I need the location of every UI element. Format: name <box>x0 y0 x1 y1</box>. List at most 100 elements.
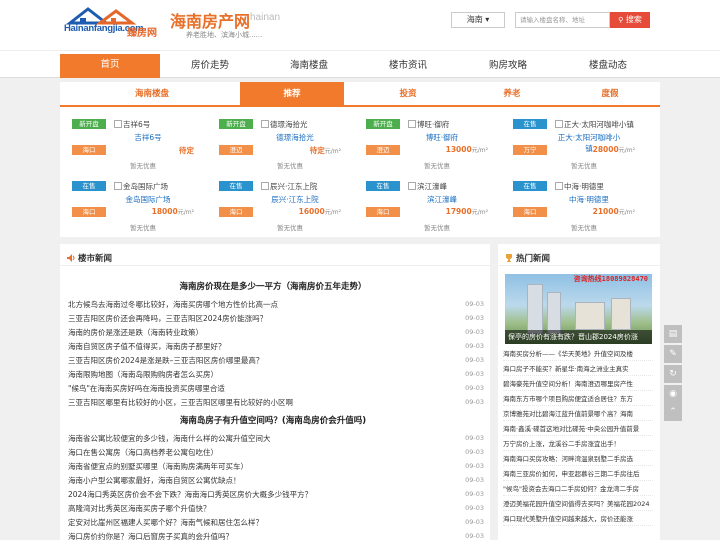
refresh-icon[interactable]: ↻ <box>664 365 682 383</box>
news-item-title[interactable]: 海南的房价是涨还是跌（海南转业政策） <box>68 326 438 339</box>
news-item-title[interactable]: 三亚吉阳区房价还会再降吗，三亚吉阳区2024房价能涨吗？ <box>68 312 438 325</box>
search-input[interactable]: 请输入楼盘名称、地址 <box>515 12 610 28</box>
hot-news-image[interactable]: 咨询热线18089828470 保亭的房价有涨有跌？晋山郡2024房价涨 <box>505 274 652 344</box>
property-image[interactable]: 正大·太阳河咖啡小镇 <box>555 119 634 130</box>
tab-recommended[interactable]: 推荐 <box>240 82 344 105</box>
news-item[interactable]: 海南省便宜点的别墅买哪里（海南购房满两年可买车） 09-03 <box>68 460 484 473</box>
property-name[interactable]: 吉祥6号 <box>114 132 182 143</box>
news-item[interactable]: 海口房价约你是？海口后窗房子买真的会升值吗？ 09-03 <box>68 530 484 540</box>
news-item[interactable]: 海南小户型公寓哪家最好，海南自贸区公寓优缺点！ 09-03 <box>68 474 484 487</box>
news-item[interactable]: 海南限购地图（海南岛限购购房者怎么买房） 09-03 <box>68 368 484 381</box>
news-item[interactable]: "候鸟"在海南买房好吗在海南投资买房哪里合适 09-03 <box>68 382 484 395</box>
news-item-title[interactable]: 海南限购地图（海南岛限购购房者怎么买房） <box>68 368 438 381</box>
edit-icon[interactable]: ✎ <box>664 345 682 363</box>
news-item[interactable]: 三亚吉阳区房价还会再降吗，三亚吉阳区2024房价能涨吗？ 09-03 <box>68 312 484 325</box>
property-status-badge: 在售 <box>513 181 547 191</box>
news-item-title[interactable]: 海南省便宜点的别墅买哪里（海南购房满两年可买车） <box>68 460 438 473</box>
property-price-value: 28000 <box>592 145 619 154</box>
site-logo[interactable]: Hainanfangjia.com 臻房网 <box>64 6 166 40</box>
news-item-title[interactable]: 海南小户型公寓哪家最好，海南自贸区公寓优缺点！ <box>68 474 438 487</box>
property-image[interactable]: 博旺·御府 <box>408 119 449 130</box>
news-group2-title[interactable]: 海南岛房子有升值空间吗？(海南岛房价会升值吗) <box>68 414 478 426</box>
property-image[interactable]: 德璟海拾光 <box>261 119 308 130</box>
news-item[interactable]: 定安对比崖州区福建人买哪个好？海南气候和居住怎么样？ 09-03 <box>68 516 484 529</box>
property-image[interactable]: 中海·明德里 <box>555 181 604 192</box>
property-card[interactable]: 新开盘 吉祥6号 吉祥6号 海口 待定 暂无优惠 <box>64 116 202 172</box>
news-item[interactable]: 海南省公寓比较便宜的多少钱，海南什么样的公寓升值空间大 09-03 <box>68 432 484 445</box>
property-offer: 暂无优惠 <box>130 224 156 232</box>
nav-project-updates[interactable]: 楼盘动态 <box>558 51 658 78</box>
property-region: 澄迈 <box>366 145 400 155</box>
back-to-top-icon[interactable]: ⌃ <box>664 403 682 421</box>
property-name[interactable]: 金岛国际广场 <box>114 194 182 205</box>
hot-news-item[interactable]: 海南三亚房价如何，申亚超慕谷三期二手房往后 <box>503 468 653 481</box>
news-item-title[interactable]: 海口房价约你是？海口后窗房子买真的会升值吗？ <box>68 530 438 540</box>
chart-icon[interactable]: ▤ <box>664 325 682 343</box>
news-item-title[interactable]: "候鸟"在海南买房好吗在海南投资买房哪里合适 <box>68 382 438 395</box>
property-name[interactable]: 滨江濠峰 <box>408 194 476 205</box>
property-card[interactable]: 在售 滨江濠峰 滨江濠峰 海口 17900元/m² 暂无优惠 <box>358 178 496 234</box>
news-item-date: 09-03 <box>465 448 484 456</box>
hot-news-item[interactable]: "候鸟"投资会去海口二手房如何？金龙湾二手房 <box>503 483 653 496</box>
property-card[interactable]: 在售 正大·太阳河咖啡小镇 正大·太阳河咖啡小镇 万宁 28000元/m² 暂无优惠 <box>505 116 643 172</box>
property-name[interactable]: 中海·明德里 <box>555 194 623 205</box>
property-image[interactable]: 辰兴·江东上院 <box>261 181 317 192</box>
news-item[interactable]: 海南的房价是涨还是跌（海南转业政策） 09-03 <box>68 326 484 339</box>
news-item[interactable]: 高隆湾对比秀英区海南买房子哪个升值快？ 09-03 <box>68 502 484 515</box>
property-card[interactable]: 在售 辰兴·江东上院 辰兴·江东上院 海口 16000元/m² 暂无优惠 <box>211 178 349 234</box>
news-item-title[interactable]: 海南省公寓比较便宜的多少钱，海南什么样的公寓升值空间大 <box>68 432 438 445</box>
nav-hainan-projects[interactable]: 海南楼盘 <box>259 51 359 78</box>
tab-investment[interactable]: 投资 <box>356 82 460 105</box>
hot-news-item[interactable]: 海南海口买房攻略：河畔湾温泉别墅二手房选 <box>503 453 653 466</box>
news-item-title[interactable]: 海口在售公寓房（海口高档养老公寓包吃住） <box>68 446 438 459</box>
property-card[interactable]: 在售 金岛国际广场 金岛国际广场 海口 18000元/m² 暂无优惠 <box>64 178 202 234</box>
property-card[interactable]: 新开盘 博旺·御府 博旺·御府 澄迈 13000元/m² 暂无优惠 <box>358 116 496 172</box>
news-item-title[interactable]: 北方候鸟去海南过冬哪比较好，海南买房哪个地方性价比高一点 <box>68 298 438 311</box>
news-item[interactable]: 2024海口秀英区房价会不会下跌？海南海口秀英区房价大概多少钱平方？ 09-03 <box>68 488 484 501</box>
news-group1-title[interactable]: 海南房价现在是多少一平方（海南房价五年走势） <box>68 280 478 292</box>
news-item[interactable]: 海口在售公寓房（海口高档养老公寓包吃住） 09-03 <box>68 446 484 459</box>
news-item-title[interactable]: 定安对比崖州区福建人买哪个好？海南气候和居住怎么样？ <box>68 516 438 529</box>
hot-image-caption[interactable]: 保亭的房价有涨有跌？晋山郡2024房价涨 <box>505 330 652 344</box>
hot-news-item[interactable]: 海南买房分析——《华天美地》升值空间及楼 <box>503 348 653 361</box>
hot-news-item[interactable]: 海口现代美墅升值空间越来越大，房价还能涨 <box>503 513 653 526</box>
property-name[interactable]: 辰兴·江东上院 <box>261 194 329 205</box>
hot-news-item[interactable]: 京博雅苑对比碧海江蓝升值前景哪个高？海南 <box>503 408 653 421</box>
news-item-title[interactable]: 三亚吉阳区房价2024是涨是跌–三亚吉阳区房价哪里最高？ <box>68 354 438 367</box>
building-graphic <box>611 298 631 330</box>
news-item[interactable]: 北方候鸟去海南过冬哪比较好，海南买房哪个地方性价比高一点 09-03 <box>68 298 484 311</box>
property-image[interactable]: 金岛国际广场 <box>114 181 168 192</box>
property-image[interactable]: 滨江濠峰 <box>408 181 447 192</box>
nav-home[interactable]: 首页 <box>60 54 160 78</box>
news-item-title[interactable]: 2024海口秀英区房价会不会下跌？海南海口秀英区房价大概多少钱平方？ <box>68 488 438 501</box>
property-name[interactable]: 博旺·御府 <box>408 132 476 143</box>
news-item-title[interactable]: 海南自贸区房子值不值得买，海南房子那里好？ <box>68 340 438 353</box>
hot-news-item[interactable]: 海口房子不能买？新星华·南海之洲业主真实 <box>503 363 653 376</box>
news-item[interactable]: 海南自贸区房子值不值得买，海南房子那里好？ 09-03 <box>68 340 484 353</box>
news-item-title[interactable]: 三亚吉阳区哪里有比较好的小区，三亚吉阳区哪里有比较好的小区啊 <box>68 396 438 409</box>
news-item-title[interactable]: 高隆湾对比秀英区海南买房子哪个升值快？ <box>68 502 438 515</box>
hot-news-item[interactable]: 澄迈美福花园升值空间值得去买吗？美福花园2024 <box>503 498 653 511</box>
property-name[interactable]: 德璟海拾光 <box>261 132 329 143</box>
city-selector[interactable]: 海南 ▾ <box>451 12 505 28</box>
property-price: 13000元/m² <box>446 145 488 154</box>
property-card[interactable]: 在售 中海·明德里 中海·明德里 海口 21000元/m² 暂无优惠 <box>505 178 643 234</box>
nav-market-news[interactable]: 楼市资讯 <box>358 51 458 78</box>
tab-vacation[interactable]: 度假 <box>580 82 640 105</box>
news-item[interactable]: 三亚吉阳区哪里有比较好的小区，三亚吉阳区哪里有比较好的小区啊 09-03 <box>68 396 484 409</box>
hot-news-item[interactable]: 海南东方市哪个项目购房便宜适合居住？东方 <box>503 393 653 406</box>
wechat-icon[interactable]: ◉ <box>664 385 682 403</box>
tab-hainan-projects[interactable]: 海南楼盘 <box>100 82 204 105</box>
property-region: 澄迈 <box>219 145 253 155</box>
tab-retirement[interactable]: 养老 <box>482 82 542 105</box>
property-price-value: 待定 <box>309 146 325 155</box>
hot-news-item[interactable]: 碧海豪苑升值空间分析！海南澄迈哪里房产性 <box>503 378 653 391</box>
nav-price-trend[interactable]: 房价走势 <box>160 51 260 78</box>
property-image[interactable]: 吉祥6号 <box>114 119 150 130</box>
hot-news-item[interactable]: 万宁房价上涨，龙溪谷二手房涨宜出手！ <box>503 438 653 451</box>
hot-news-item[interactable]: 海南·鑫溪·碟首这地对比碟苑·中央公园升值前景 <box>503 423 653 436</box>
property-card[interactable]: 新开盘 德璟海拾光 德璟海拾光 澄迈 待定元/m² 暂无优惠 <box>211 116 349 172</box>
search-button[interactable]: ⚲ 搜索 <box>610 12 650 28</box>
news-item[interactable]: 三亚吉阳区房价2024是涨是跌–三亚吉阳区房价哪里最高？ 09-03 <box>68 354 484 367</box>
nav-buying-guide[interactable]: 购房攻略 <box>458 51 558 78</box>
